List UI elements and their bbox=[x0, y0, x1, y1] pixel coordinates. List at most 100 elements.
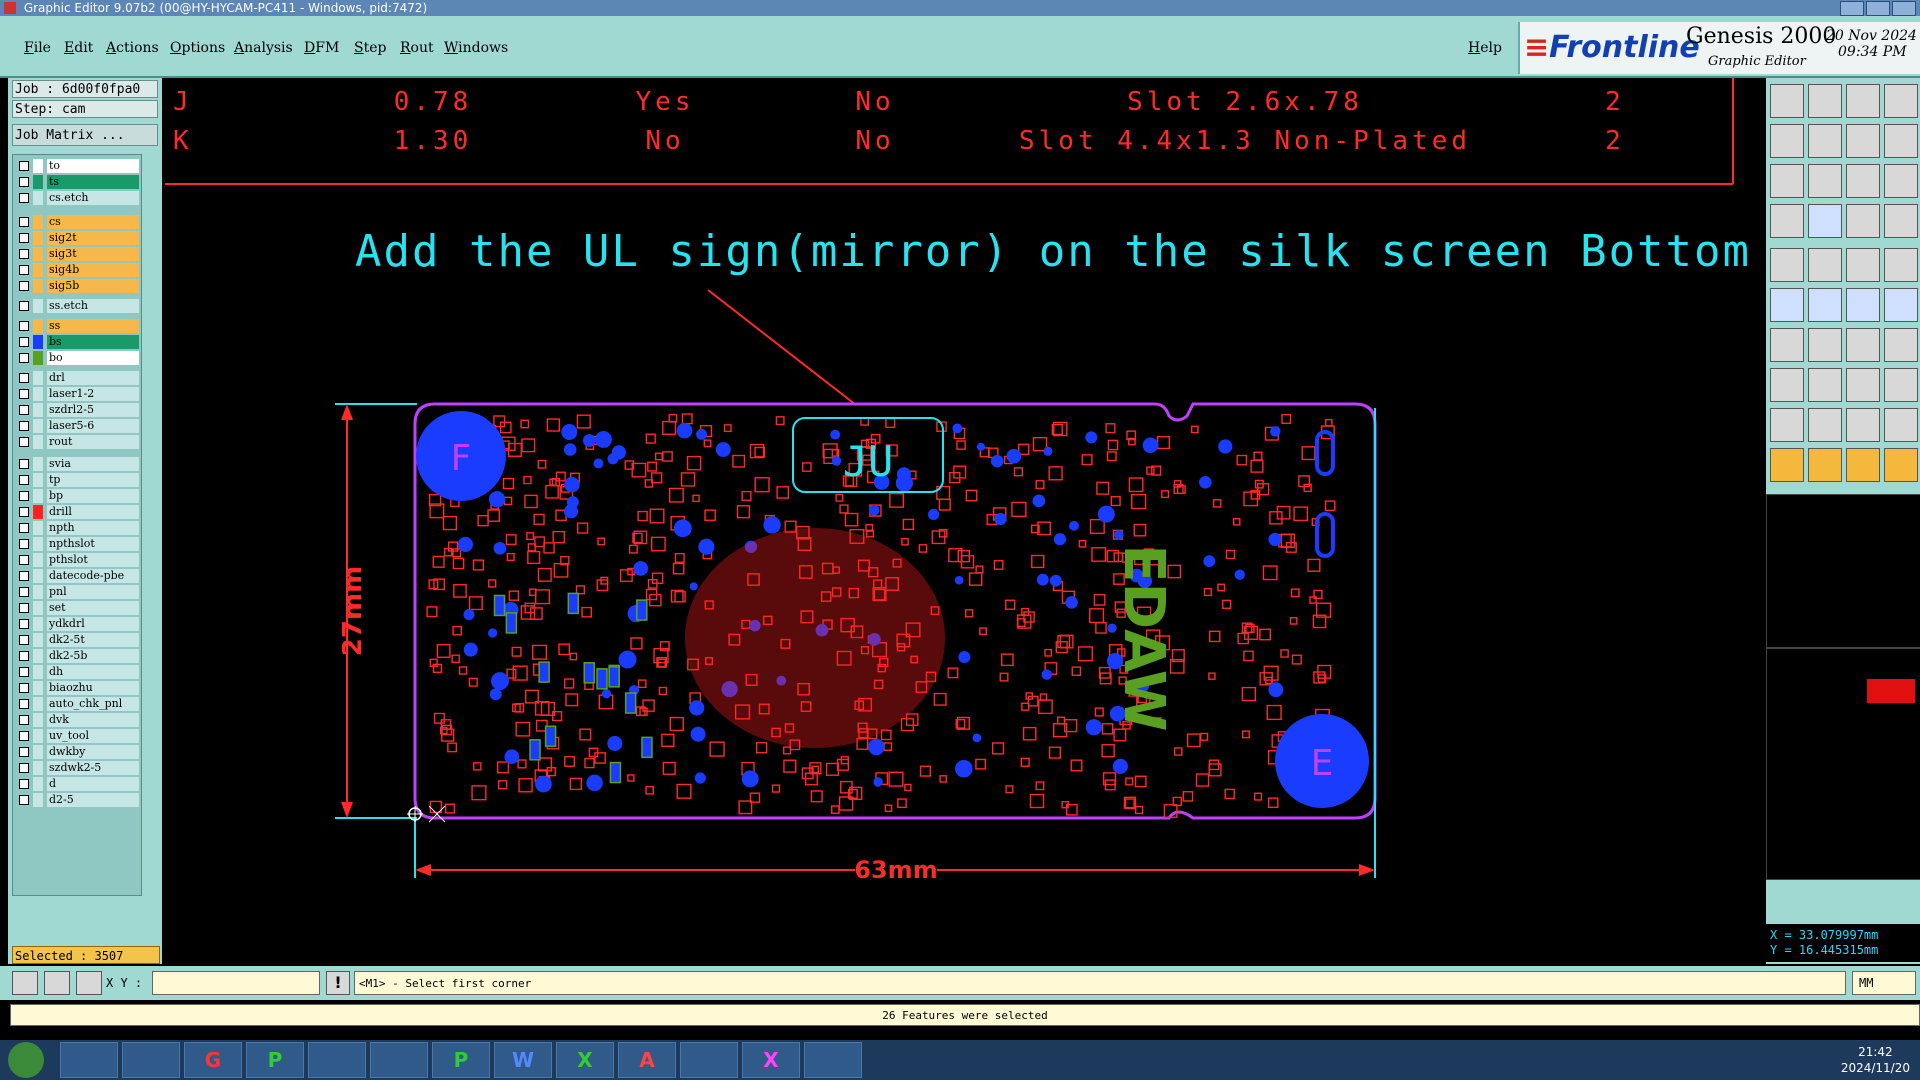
alert-icon[interactable]: ! bbox=[326, 971, 350, 995]
tool-button-r5-c3[interactable] bbox=[1884, 288, 1918, 322]
layer-row-pthslot[interactable]: pthslot bbox=[15, 553, 139, 567]
tool-button-r6-c1[interactable] bbox=[1808, 328, 1842, 362]
layer-checkbox[interactable] bbox=[19, 233, 29, 243]
start-button[interactable] bbox=[8, 1042, 44, 1078]
tool-button-r6-c0[interactable] bbox=[1770, 328, 1804, 362]
tool-button-r3-c2[interactable] bbox=[1846, 204, 1880, 238]
tool-button-r7-c3[interactable] bbox=[1884, 368, 1918, 402]
layer-checkbox[interactable] bbox=[19, 353, 29, 363]
taskbar-app-p-icon[interactable]: P bbox=[246, 1042, 304, 1078]
taskbar-app-excel-icon[interactable]: X bbox=[556, 1042, 614, 1078]
taskbar-app-arrow-icon[interactable] bbox=[370, 1042, 428, 1078]
tool-button-r8-c3[interactable] bbox=[1884, 408, 1918, 442]
menu-rout[interactable]: Rout bbox=[400, 40, 434, 56]
taskbar-app-p2-icon[interactable]: P bbox=[432, 1042, 490, 1078]
tool-button-r7-c2[interactable] bbox=[1846, 368, 1880, 402]
taskbar-app-eye-icon[interactable] bbox=[680, 1042, 738, 1078]
grid-button[interactable] bbox=[76, 971, 102, 995]
tool-button-r6-c2[interactable] bbox=[1846, 328, 1880, 362]
layer-checkbox[interactable] bbox=[19, 249, 29, 259]
layer-row-auto_chk_pnl[interactable]: auto_chk_pnl bbox=[15, 697, 139, 711]
layer-checkbox[interactable] bbox=[19, 265, 29, 275]
layer-row-drill[interactable]: drill bbox=[15, 505, 139, 519]
layer-checkbox[interactable] bbox=[19, 301, 29, 311]
layer-row-npthslot[interactable]: npthslot bbox=[15, 537, 139, 551]
overview-panel[interactable] bbox=[1766, 494, 1920, 648]
layer-row-to[interactable]: to bbox=[15, 159, 139, 173]
tool-button-r0-c0[interactable] bbox=[1770, 84, 1804, 118]
layer-checkbox[interactable] bbox=[19, 747, 29, 757]
layer-row-bp[interactable]: bp bbox=[15, 489, 139, 503]
measure-mode-button[interactable] bbox=[44, 971, 70, 995]
layer-row-cs[interactable]: cs bbox=[15, 215, 139, 229]
layer-row-cs.etch[interactable]: cs.etch bbox=[15, 191, 139, 205]
layer-checkbox[interactable] bbox=[19, 635, 29, 645]
taskbar-app-genesis-icon[interactable]: G bbox=[184, 1042, 242, 1078]
layer-row-uv_tool[interactable]: uv_tool bbox=[15, 729, 139, 743]
layer-checkbox[interactable] bbox=[19, 459, 29, 469]
layer-row-npth[interactable]: npth bbox=[15, 521, 139, 535]
layer-checkbox[interactable] bbox=[19, 389, 29, 399]
layer-checkbox[interactable] bbox=[19, 603, 29, 613]
tool-button-r5-c1[interactable] bbox=[1808, 288, 1842, 322]
layer-checkbox[interactable] bbox=[19, 587, 29, 597]
layer-checkbox[interactable] bbox=[19, 683, 29, 693]
layer-checkbox[interactable] bbox=[19, 619, 29, 629]
view-window-marker[interactable] bbox=[1867, 679, 1915, 703]
tool-button-r5-c0[interactable] bbox=[1770, 288, 1804, 322]
layer-checkbox[interactable] bbox=[19, 491, 29, 501]
layer-row-d[interactable]: d bbox=[15, 777, 139, 791]
taskbar-app-word-icon[interactable]: W bbox=[494, 1042, 552, 1078]
menu-analysis[interactable]: Analysis bbox=[234, 40, 293, 56]
layer-checkbox[interactable] bbox=[19, 281, 29, 291]
minimize-button[interactable] bbox=[1840, 1, 1864, 16]
zoom-overview[interactable] bbox=[1766, 648, 1920, 880]
layer-row-szdrl2-5[interactable]: szdrl2-5 bbox=[15, 403, 139, 417]
tool-button-r2-c2[interactable] bbox=[1846, 164, 1880, 198]
menu-options[interactable]: Options bbox=[170, 40, 225, 56]
job-matrix-button[interactable]: Job Matrix ... bbox=[12, 124, 158, 146]
tool-button-r8-c0[interactable] bbox=[1770, 408, 1804, 442]
taskbar-app-eye2-icon[interactable] bbox=[804, 1042, 862, 1078]
tool-button-r3-c1[interactable] bbox=[1808, 204, 1842, 238]
layer-row-laser1-2[interactable]: laser1-2 bbox=[15, 387, 139, 401]
tool-button-r2-c1[interactable] bbox=[1808, 164, 1842, 198]
layer-checkbox[interactable] bbox=[19, 667, 29, 677]
layer-row-dk2-5t[interactable]: dk2-5t bbox=[15, 633, 139, 647]
menu-windows[interactable]: Windows bbox=[444, 40, 508, 56]
menu-help[interactable]: Help bbox=[1468, 40, 1502, 56]
layer-checkbox[interactable] bbox=[19, 763, 29, 773]
layer-checkbox[interactable] bbox=[19, 337, 29, 347]
tool-button-r7-c0[interactable] bbox=[1770, 368, 1804, 402]
layer-row-tp[interactable]: tp bbox=[15, 473, 139, 487]
tool-button-r8-c1[interactable] bbox=[1808, 408, 1842, 442]
tool-button-r5-c2[interactable] bbox=[1846, 288, 1880, 322]
tool-button-r4-c1[interactable] bbox=[1808, 248, 1842, 282]
layer-row-ydkdrl[interactable]: ydkdrl bbox=[15, 617, 139, 631]
layer-checkbox[interactable] bbox=[19, 321, 29, 331]
layer-checkbox[interactable] bbox=[19, 731, 29, 741]
layer-checkbox[interactable] bbox=[19, 217, 29, 227]
layer-row-drl[interactable]: drl bbox=[15, 371, 139, 385]
layer-row-sig4b[interactable]: sig4b bbox=[15, 263, 139, 277]
menu-step[interactable]: Step bbox=[354, 40, 386, 56]
layer-checkbox[interactable] bbox=[19, 795, 29, 805]
layer-checkbox[interactable] bbox=[19, 539, 29, 549]
layer-row-datecode-pbe[interactable]: datecode-pbe bbox=[15, 569, 139, 583]
tool-button-r2-c0[interactable] bbox=[1770, 164, 1804, 198]
layer-row-dk2-5b[interactable]: dk2-5b bbox=[15, 649, 139, 663]
taskbar-app-x-icon[interactable]: X bbox=[742, 1042, 800, 1078]
layer-checkbox[interactable] bbox=[19, 161, 29, 171]
tool-button-r9-c3[interactable] bbox=[1884, 448, 1918, 482]
layer-row-svia[interactable]: svia bbox=[15, 457, 139, 471]
tool-button-r4-c2[interactable] bbox=[1846, 248, 1880, 282]
layer-checkbox[interactable] bbox=[19, 699, 29, 709]
units-selector[interactable]: MM bbox=[1852, 971, 1916, 995]
maximize-button[interactable] bbox=[1866, 1, 1890, 16]
snap-mode-button[interactable] bbox=[12, 971, 38, 995]
layer-checkbox[interactable] bbox=[19, 193, 29, 203]
layer-row-laser5-6[interactable]: laser5-6 bbox=[15, 419, 139, 433]
tool-button-r1-c2[interactable] bbox=[1846, 124, 1880, 158]
tool-button-r4-c3[interactable] bbox=[1884, 248, 1918, 282]
layer-checkbox[interactable] bbox=[19, 437, 29, 447]
